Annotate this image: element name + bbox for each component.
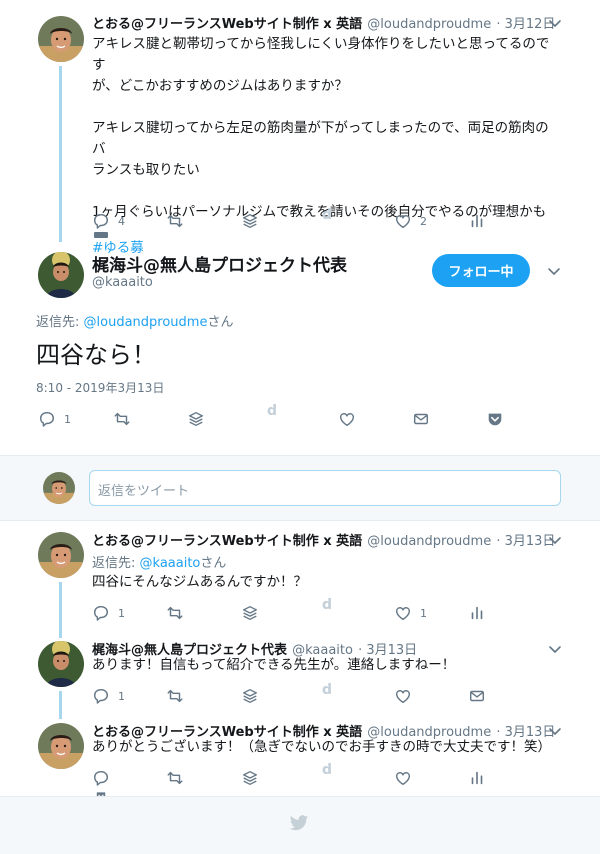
reply-icon <box>92 212 110 230</box>
reply-to-prefix: 返信先: <box>36 315 84 330</box>
retweet-icon[interactable] <box>166 687 184 705</box>
like-count: 1 <box>420 606 427 620</box>
reply-to-handle[interactable]: @loudandproudme <box>84 315 208 330</box>
stats-icon[interactable] <box>468 769 486 787</box>
chevron-down-icon[interactable] <box>547 266 561 276</box>
reply-to-line: 返信先: @kaaaitoさん <box>92 552 226 571</box>
author-name[interactable]: 梶海斗@無人島プロジェクト代表 <box>92 251 347 276</box>
d-icon[interactable]: d <box>322 682 332 698</box>
chevron-down-icon[interactable] <box>548 644 562 654</box>
tweet-line: アキレス腱と靭帯切ってから怪我しにくい身体作りをしたいと思ってるのです <box>92 36 550 73</box>
author-handle[interactable]: @loudandproudme <box>367 534 491 549</box>
heart-icon <box>394 212 412 230</box>
like-button[interactable]: 2 <box>394 212 427 230</box>
twitter-bird-icon <box>289 815 309 831</box>
reply-compose: 返信をツイート <box>0 455 600 521</box>
tweet-date[interactable]: · 3月13日 <box>496 534 555 549</box>
layers-icon[interactable] <box>187 410 205 428</box>
tweet-line: が、どこかおすすめのジムはありますか？ <box>92 78 348 94</box>
avatar-self <box>43 472 75 504</box>
retweet-icon[interactable] <box>113 410 131 428</box>
tweet-actions: 1 d 1 <box>92 597 492 623</box>
avatar-loudandproudme[interactable] <box>38 16 84 62</box>
chevron-down-icon[interactable] <box>548 18 562 28</box>
avatar-kaaaito[interactable] <box>38 641 84 687</box>
reply-to-suffix: さん <box>207 315 234 330</box>
tweet-text: ありがとうございます！（急ぎでないのでお手すきの時で大丈夫です！笑） <box>92 739 551 755</box>
layers-icon[interactable] <box>241 769 259 787</box>
avatar-loudandproudme[interactable] <box>38 532 84 578</box>
layers-icon[interactable] <box>241 687 259 705</box>
follow-button[interactable]: フォロー中 <box>432 254 530 287</box>
reply-icon[interactable] <box>92 769 110 787</box>
tweet-text: あります！自信もって紹介できる先生が。連絡しますねー！ <box>92 657 456 673</box>
reply-count: 4 <box>118 214 125 228</box>
retweet-icon[interactable] <box>166 769 184 787</box>
reply-to-line: 返信先: @loudandproudmeさん <box>36 311 233 330</box>
reply-icon <box>92 604 110 622</box>
stats-icon[interactable] <box>468 604 486 622</box>
reply-count: 1 <box>64 412 71 426</box>
thread-line <box>59 691 62 719</box>
thread-line <box>59 582 62 638</box>
tweet-text: 四谷にそんなジムあるんですか！？ <box>92 574 308 590</box>
reply-button[interactable]: 4 <box>92 212 125 230</box>
tweet-actions: 4 d 2 <box>92 207 492 231</box>
tweet-actions: 1 d <box>92 682 492 706</box>
d-icon[interactable]: d <box>322 762 332 778</box>
author-name[interactable]: とおる@フリーランスWebサイト制作 x 英語 <box>92 17 362 32</box>
author-handle[interactable]: @kaaaito <box>92 275 153 290</box>
avatar-loudandproudme[interactable] <box>38 723 84 769</box>
like-button[interactable]: 1 <box>394 604 427 622</box>
reply-button[interactable]: 1 <box>38 410 71 428</box>
reply-button[interactable]: 1 <box>92 604 125 622</box>
stats-icon[interactable] <box>468 212 486 230</box>
d-icon[interactable]: d <box>322 207 332 223</box>
reply-icon <box>38 410 56 428</box>
layers-icon[interactable] <box>241 212 259 230</box>
tweet-actions: d <box>92 762 492 788</box>
tweet-line: アキレス腱切ってから左足の筋肉量が下がってしまったので、両足の筋肉のバ <box>92 120 549 157</box>
reply-button[interactable]: 1 <box>92 687 125 705</box>
reply-count: 1 <box>118 606 125 620</box>
chevron-down-icon[interactable] <box>548 726 562 736</box>
tweet-line: ランスも取りたい <box>92 162 200 178</box>
reply-input[interactable]: 返信をツイート <box>89 470 561 506</box>
mail-icon[interactable] <box>412 410 430 428</box>
chevron-down-icon[interactable] <box>548 535 562 545</box>
tweet-actions: 1 d <box>38 403 518 429</box>
dialog-footer <box>0 796 600 854</box>
tweet-date[interactable]: · 3月12日 <box>496 17 555 32</box>
reply-to-prefix: 返信先: <box>92 556 140 571</box>
retweet-icon[interactable] <box>166 212 184 230</box>
heart-icon <box>394 604 412 622</box>
thread-line <box>59 66 62 242</box>
like-count: 2 <box>420 214 427 228</box>
heart-icon[interactable] <box>394 687 412 705</box>
d-icon[interactable]: d <box>267 403 277 419</box>
buffer-tab-icon[interactable] <box>94 232 108 238</box>
timestamp[interactable]: 8:10 - 2019年3月13日 <box>36 379 164 396</box>
author-handle[interactable]: @loudandproudme <box>367 17 491 32</box>
reply-count: 1 <box>118 689 125 703</box>
avatar-kaaaito[interactable] <box>38 252 84 298</box>
author-name[interactable]: とおる@フリーランスWebサイト制作 x 英語 <box>92 534 362 549</box>
heart-icon[interactable] <box>394 769 412 787</box>
tweet-text: 四谷なら！ <box>36 341 156 369</box>
reply-to-suffix: さん <box>200 556 227 571</box>
pocket-icon[interactable] <box>486 410 504 428</box>
tweet-header: とおる@フリーランスWebサイト制作 x 英語 @loudandproudme … <box>92 13 555 32</box>
reply-to-handle[interactable]: @kaaaito <box>140 556 201 571</box>
d-icon[interactable]: d <box>322 597 332 613</box>
heart-icon[interactable] <box>338 410 356 428</box>
tweet-header: とおる@フリーランスWebサイト制作 x 英語 @loudandproudme … <box>92 530 555 549</box>
retweet-icon[interactable] <box>166 604 184 622</box>
reply-icon <box>92 687 110 705</box>
layers-icon[interactable] <box>241 604 259 622</box>
mail-icon[interactable] <box>468 687 486 705</box>
